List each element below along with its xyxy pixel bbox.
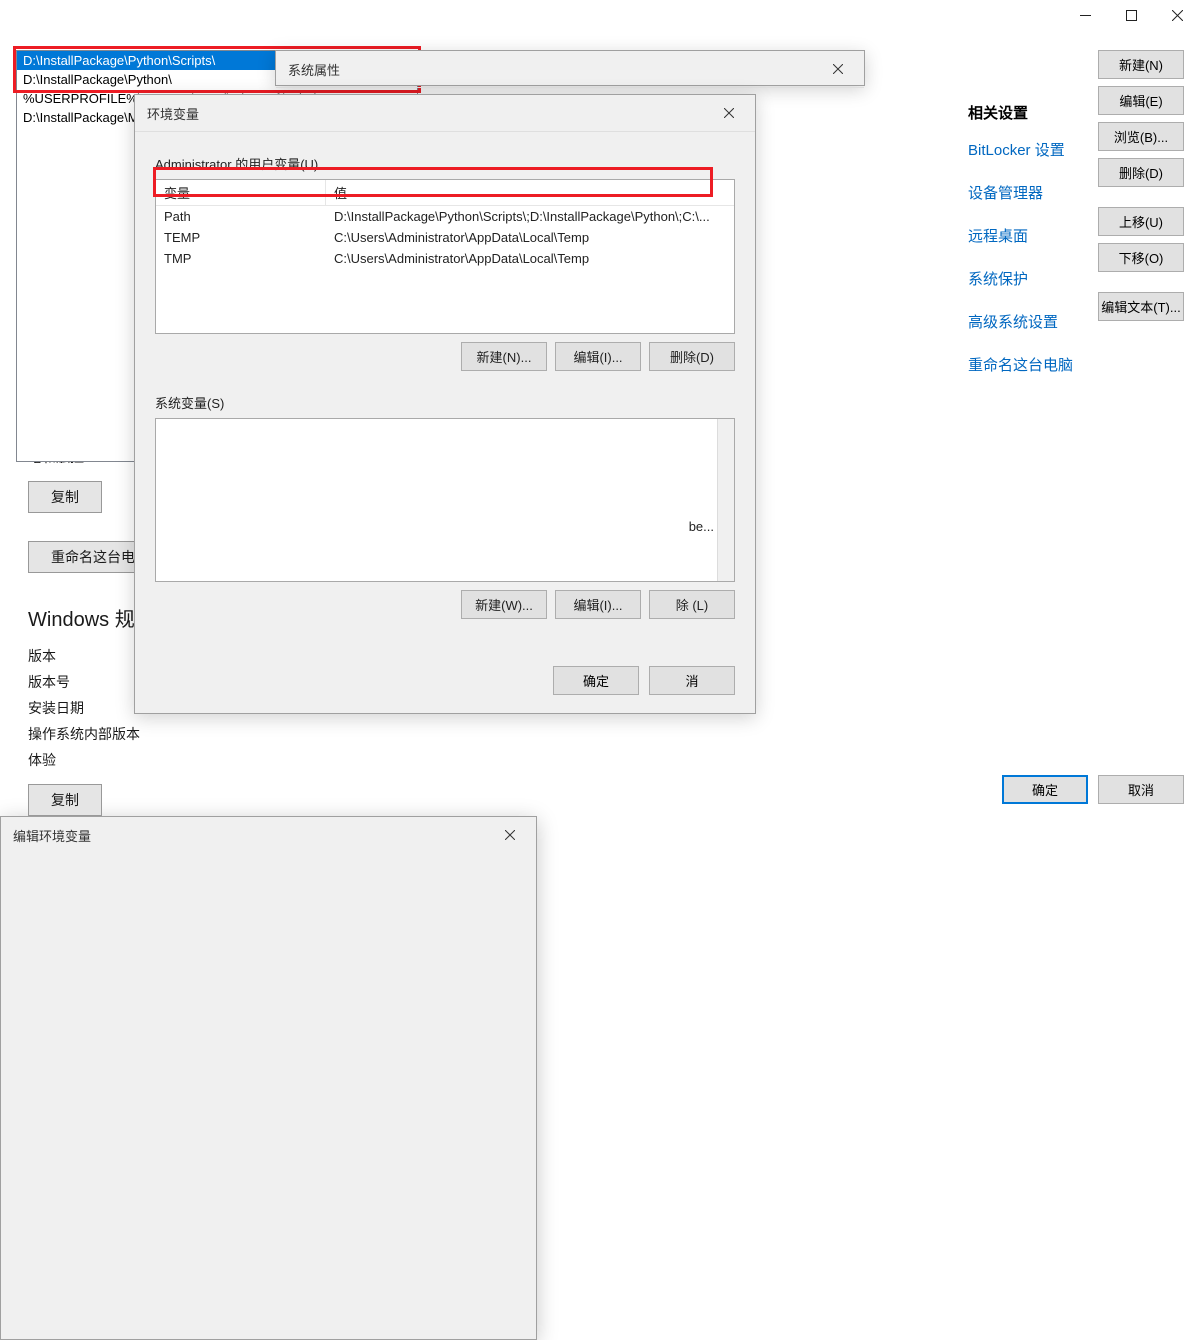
user-var-row[interactable]: TMP C:\Users\Administrator\AppData\Local… [156,248,734,269]
sys-new-button[interactable]: 新建(W)... [461,590,547,619]
copy-specs-button[interactable]: 复制 [28,481,102,513]
user-var-row[interactable]: Path D:\InstallPackage\Python\Scripts\;D… [156,206,734,227]
minimize-button[interactable] [1062,0,1108,30]
env-cancel-button[interactable]: 消 [649,666,735,695]
link-rename-pc[interactable]: 重命名这台电脑 [968,354,1168,375]
spec-os-build: 操作系统内部版本 [28,724,1200,744]
move-up-button[interactable]: 上移(U) [1098,207,1184,236]
ok-button[interactable]: 确定 [1002,775,1088,804]
env-close-button[interactable] [715,103,743,123]
edit-button[interactable]: 编辑(E) [1098,86,1184,115]
delete-button[interactable]: 删除(D) [1098,158,1184,187]
sys-edit-button[interactable]: 编辑(I)... [555,590,641,619]
partial-text: be... [689,519,714,534]
user-new-button[interactable]: 新建(N)... [461,342,547,371]
user-delete-button[interactable]: 删除(D) [649,342,735,371]
move-down-button[interactable]: 下移(O) [1098,243,1184,272]
sys-delete-button[interactable]: 除 (L) [649,590,735,619]
edit-close-button[interactable] [496,825,524,845]
environment-variables-dialog: 环境变量 Administrator 的用户变量(U) 变量 值 Path D:… [134,94,756,714]
window-chrome [1062,0,1200,30]
maximize-button[interactable] [1108,0,1154,30]
cancel-button[interactable]: 取消 [1098,775,1184,804]
sys-vars-label: 系统变量(S) [155,393,735,412]
user-var-row[interactable]: TEMP C:\Users\Administrator\AppData\Loca… [156,227,734,248]
user-edit-button[interactable]: 编辑(I)... [555,342,641,371]
scrollbar[interactable] [717,419,734,581]
edit-text-button[interactable]: 编辑文本(T)... [1098,292,1184,321]
env-title: 环境变量 [147,104,199,123]
col-name[interactable]: 变量 [156,180,326,205]
close-button[interactable] [1154,0,1200,30]
system-properties-dialog: 系统属性 [275,50,865,86]
spec-experience: 体验 [28,750,1200,770]
edit-path-dialog: 编辑环境变量 D:\InstallPackage\Python\Scripts\… [0,816,537,1340]
col-value[interactable]: 值 [326,180,355,205]
user-vars-table[interactable]: 变量 值 Path D:\InstallPackage\Python\Scrip… [155,179,735,334]
edit-buttons: 新建(N) 编辑(E) 浏览(B)... 删除(D) 上移(U) 下移(O) 编… [1098,50,1184,328]
env-ok-button[interactable]: 确定 [553,666,639,695]
sys-props-close-button[interactable] [824,59,852,79]
sys-props-title: 系统属性 [288,60,340,79]
browse-button[interactable]: 浏览(B)... [1098,122,1184,151]
new-button[interactable]: 新建(N) [1098,50,1184,79]
copy-winspecs-button[interactable]: 复制 [28,784,102,816]
sys-vars-table[interactable]: be... [155,418,735,582]
edit-title: 编辑环境变量 [13,826,91,845]
user-vars-label: Administrator 的用户变量(U) [155,154,735,173]
